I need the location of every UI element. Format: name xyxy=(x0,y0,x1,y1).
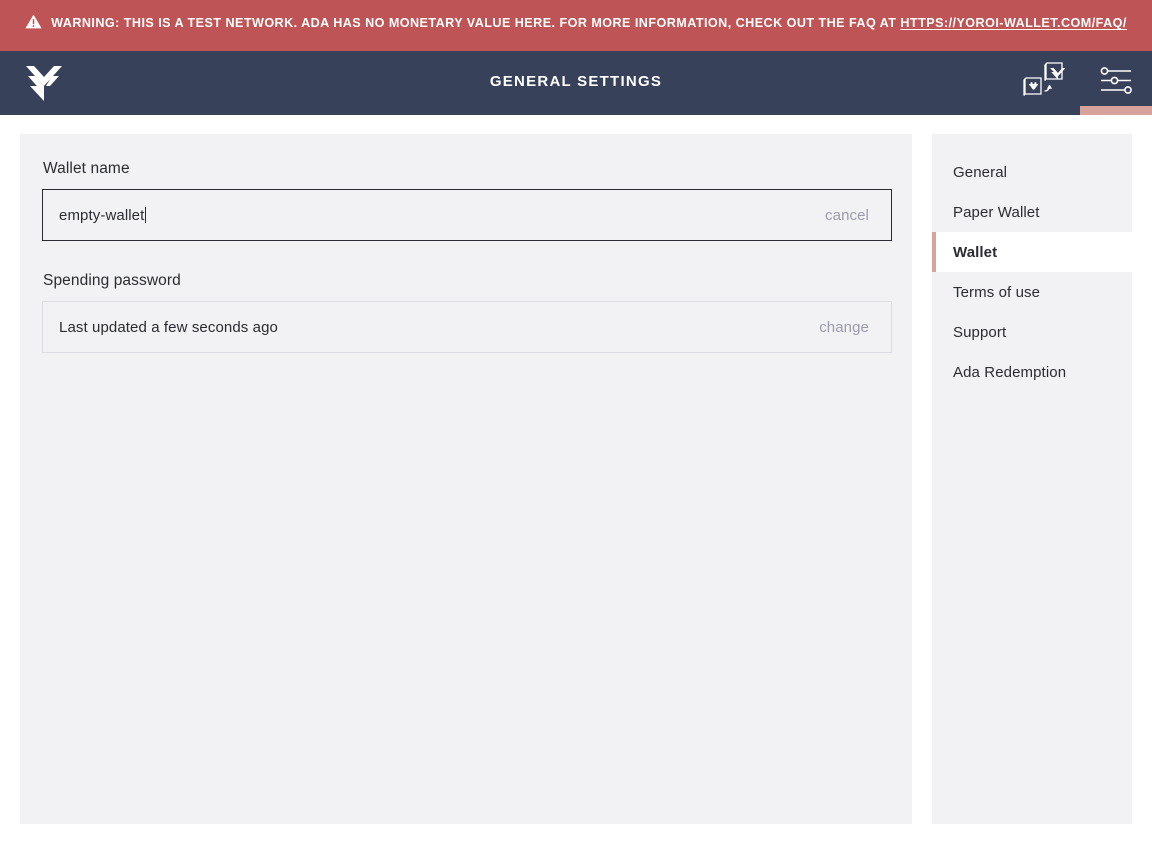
sidebar-item-terms-of-use[interactable]: Terms of use xyxy=(932,272,1132,312)
sidebar-item-label: Terms of use xyxy=(953,283,1041,301)
topbar-actions xyxy=(1008,51,1152,115)
warning-triangle-icon xyxy=(25,14,42,36)
sidebar-item-paper-wallet[interactable]: Paper Wallet xyxy=(932,192,1132,232)
sidebar-item-ada-redemption[interactable]: Ada Redemption xyxy=(932,352,1132,392)
wallet-transfer-button[interactable] xyxy=(1008,51,1080,115)
settings-button[interactable] xyxy=(1080,51,1152,115)
settings-sliders-icon xyxy=(1099,66,1133,101)
spending-password-change-button[interactable]: change xyxy=(819,319,891,336)
sidebar-item-label: Paper Wallet xyxy=(953,203,1040,221)
faq-link[interactable]: https://yoroi-wallet.com/faq/ xyxy=(900,16,1126,30)
text-cursor xyxy=(145,206,147,223)
sidebar-item-label: Ada Redemption xyxy=(953,363,1067,381)
page-title: General Settings xyxy=(489,73,663,90)
spending-password-row: Last updated a few seconds ago change xyxy=(42,301,892,353)
top-navigation-bar: General Settings xyxy=(0,51,1152,115)
sidebar-item-wallet[interactable]: Wallet xyxy=(932,232,1132,272)
wallet-name-label: Wallet name xyxy=(43,160,130,177)
warning-banner-text: Warning: this is a test network. ADA has… xyxy=(25,13,1127,36)
wallet-name-value: empty-wallet xyxy=(59,206,145,224)
sidebar-item-general[interactable]: General xyxy=(932,152,1132,192)
settings-tab-active-indicator xyxy=(1080,106,1152,115)
sidebar-item-label: Support xyxy=(953,323,1007,341)
warning-message: Warning: this is a test network. ADA has… xyxy=(51,16,901,30)
settings-menu: General Paper Wallet Wallet Terms of use… xyxy=(932,134,1132,824)
wallet-transfer-icon xyxy=(1022,59,1066,108)
page-body: Wallet name empty-wallet cancel Spending… xyxy=(0,115,1152,847)
spending-password-status: Last updated a few seconds ago xyxy=(59,318,278,336)
spending-password-label: Spending password xyxy=(43,272,181,289)
wallet-name-input-row[interactable]: empty-wallet cancel xyxy=(42,189,892,241)
sidebar-item-label: General xyxy=(953,163,1008,181)
sidebar-item-label: Wallet xyxy=(953,243,998,261)
wallet-name-cancel-button[interactable]: cancel xyxy=(825,207,891,224)
wallet-settings-panel: Wallet name empty-wallet cancel Spending… xyxy=(20,134,912,824)
test-network-warning-banner: Warning: this is a test network. ADA has… xyxy=(0,0,1152,51)
wallet-name-input[interactable]: empty-wallet xyxy=(43,206,825,224)
sidebar-item-support[interactable]: Support xyxy=(932,312,1132,352)
